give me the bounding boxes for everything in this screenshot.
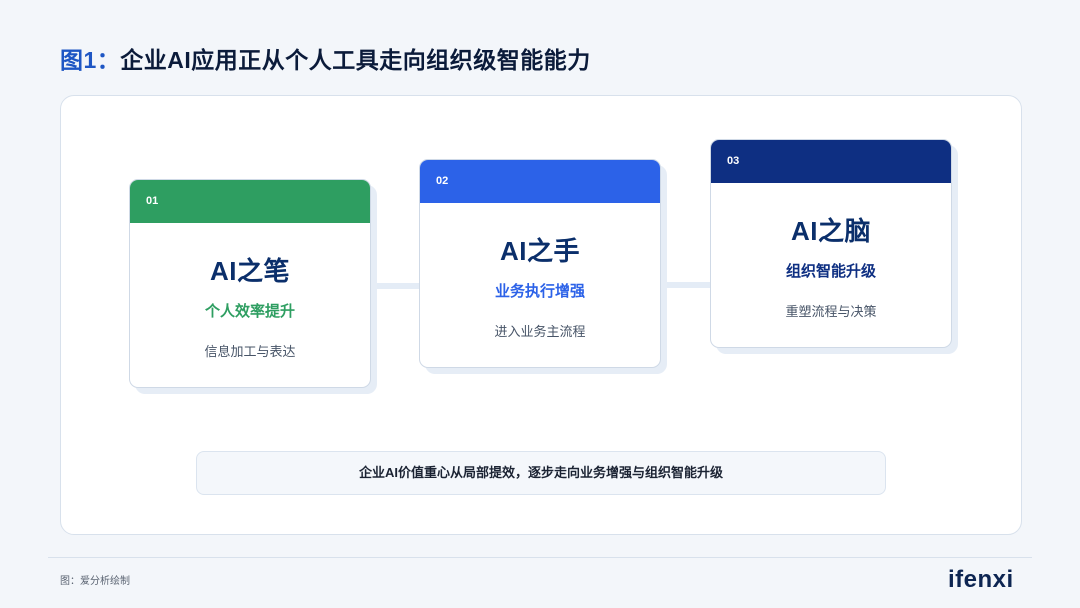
card-description: 重塑流程与决策 <box>785 304 877 319</box>
ifenxi-logo: ifenxi <box>948 566 1014 593</box>
card-header: 03 <box>711 140 951 183</box>
source-note: 图：爱分析绘制 <box>60 576 130 587</box>
card-subtitle: 个人效率提升 <box>204 303 295 320</box>
card-subtitle: 组织智能升级 <box>785 263 876 280</box>
card-number: 02 <box>436 175 449 187</box>
card-description: 进入业务主流程 <box>494 324 586 339</box>
figure-label: 图1： <box>60 47 121 73</box>
stage-card-03: 03 AI之脑 组织智能升级 重塑流程与决策 <box>710 139 958 354</box>
page-title: 图1：企业AI应用正从个人工具走向组织级智能能力 <box>60 41 591 75</box>
connector-2-3 <box>661 282 710 288</box>
card-title: AI之脑 <box>790 216 871 246</box>
card-body: 02 AI之手 业务执行增强 进入业务主流程 <box>419 159 661 368</box>
card-number: 01 <box>146 195 159 207</box>
summary-box: 企业AI价值重心从局部提效，逐步走向业务增强与组织智能升级 <box>196 451 886 495</box>
stage-card-02: 02 AI之手 业务执行增强 进入业务主流程 <box>419 159 667 374</box>
card-description: 信息加工与表达 <box>204 344 296 359</box>
card-header: 02 <box>420 160 660 203</box>
stage-card-01: 01 AI之笔 个人效率提升 信息加工与表达 <box>129 179 377 394</box>
card-title: AI之手 <box>499 236 580 266</box>
card-title: AI之笔 <box>209 256 290 286</box>
card-subtitle: 业务执行增强 <box>494 283 585 300</box>
card-body: 01 AI之笔 个人效率提升 信息加工与表达 <box>129 179 371 388</box>
connector-1-2 <box>372 283 419 289</box>
footer-divider <box>48 557 1032 558</box>
card-header: 01 <box>130 180 370 223</box>
title-text: 企业AI应用正从个人工具走向组织级智能能力 <box>120 47 591 73</box>
card-number: 03 <box>727 155 740 167</box>
card-body: 03 AI之脑 组织智能升级 重塑流程与决策 <box>710 139 952 348</box>
